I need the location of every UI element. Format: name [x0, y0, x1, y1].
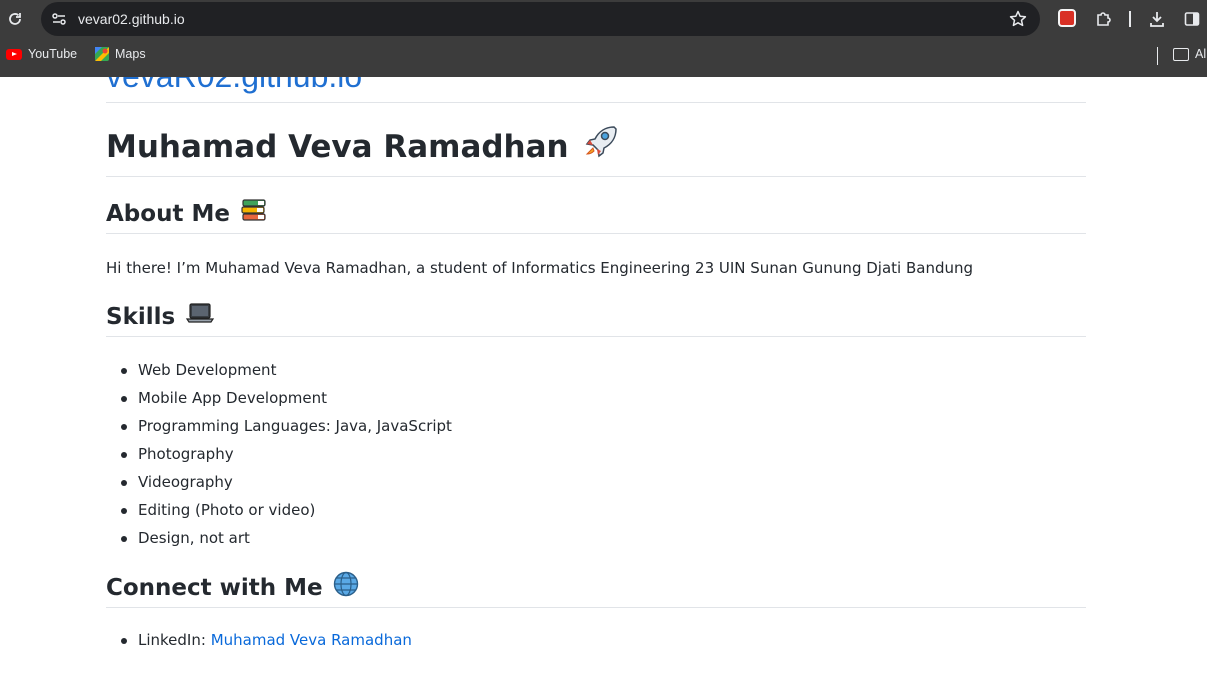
list-item: Web Development — [121, 356, 452, 384]
about-text: Hi there! I’m Muhamad Veva Ramadhan, a s… — [106, 259, 974, 277]
books-icon — [240, 197, 268, 231]
linkedin-label: LinkedIn: — [138, 631, 211, 649]
bookmark-maps[interactable]: Maps — [95, 47, 146, 61]
page-content: vevaR02.github.io Muhamad Veva Ramadhan … — [106, 77, 1086, 649]
list-item: Mobile App Development — [121, 384, 452, 412]
reload-icon[interactable] — [5, 9, 25, 29]
connect-heading-text: Connect with Me — [106, 574, 323, 601]
page-title-text: Muhamad Veva Ramadhan — [106, 128, 569, 165]
page-title: Muhamad Veva Ramadhan — [106, 125, 1086, 177]
list-item: Programming Languages: Java, JavaScript — [121, 412, 452, 440]
site-title-link[interactable]: vevaR02.github.io — [106, 77, 362, 95]
folder-icon — [1173, 47, 1189, 61]
bookmark-star-icon[interactable] — [1008, 9, 1028, 29]
skills-list: Web Development Mobile App Development P… — [121, 356, 452, 552]
side-panel-icon[interactable] — [1182, 9, 1202, 29]
bookmark-label: YouTube — [28, 47, 78, 61]
extension-icon[interactable] — [1058, 9, 1076, 27]
list-item: Photography — [121, 440, 452, 468]
maps-icon — [95, 47, 109, 61]
skills-heading: Skills — [106, 301, 1086, 337]
bookmarks-bar: YouTube Maps Al — [0, 38, 1207, 77]
extensions-puzzle-icon[interactable] — [1094, 9, 1114, 29]
all-bookmarks-label: Al — [1195, 47, 1207, 61]
about-heading: About Me — [106, 198, 1086, 234]
connect-heading: Connect with Me — [106, 571, 1086, 608]
address-bar[interactable]: vevar02.github.io — [41, 2, 1040, 36]
url-text[interactable]: vevar02.github.io — [78, 11, 185, 27]
download-icon[interactable] — [1147, 9, 1167, 29]
bookmark-youtube[interactable]: YouTube — [6, 47, 77, 61]
skills-heading-text: Skills — [106, 303, 176, 330]
linkedin-link[interactable]: Muhamad Veva Ramadhan — [211, 631, 412, 649]
browser-toolbar: vevar02.github.io — [0, 0, 1207, 38]
list-item: Design, not art — [121, 524, 452, 552]
all-bookmarks-button[interactable]: Al — [1173, 47, 1206, 61]
site-info-icon[interactable] — [51, 11, 67, 27]
laptop-icon — [185, 301, 215, 333]
youtube-icon — [6, 48, 22, 60]
site-header: vevaR02.github.io — [106, 77, 1086, 103]
about-heading-text: About Me — [106, 200, 230, 227]
list-item: Editing (Photo or video) — [121, 496, 452, 524]
rocket-icon — [581, 122, 619, 172]
list-item: Videography — [121, 468, 452, 496]
bookmarks-divider — [1157, 47, 1158, 65]
browser-chrome: vevar02.github.io YouTube Maps Al — [0, 0, 1207, 77]
connect-list: LinkedIn: Muhamad Veva Ramadhan — [121, 626, 412, 654]
list-item: LinkedIn: Muhamad Veva Ramadhan — [121, 626, 412, 654]
bookmark-label: Maps — [115, 47, 146, 61]
toolbar-divider — [1129, 11, 1131, 27]
globe-icon — [333, 571, 359, 605]
